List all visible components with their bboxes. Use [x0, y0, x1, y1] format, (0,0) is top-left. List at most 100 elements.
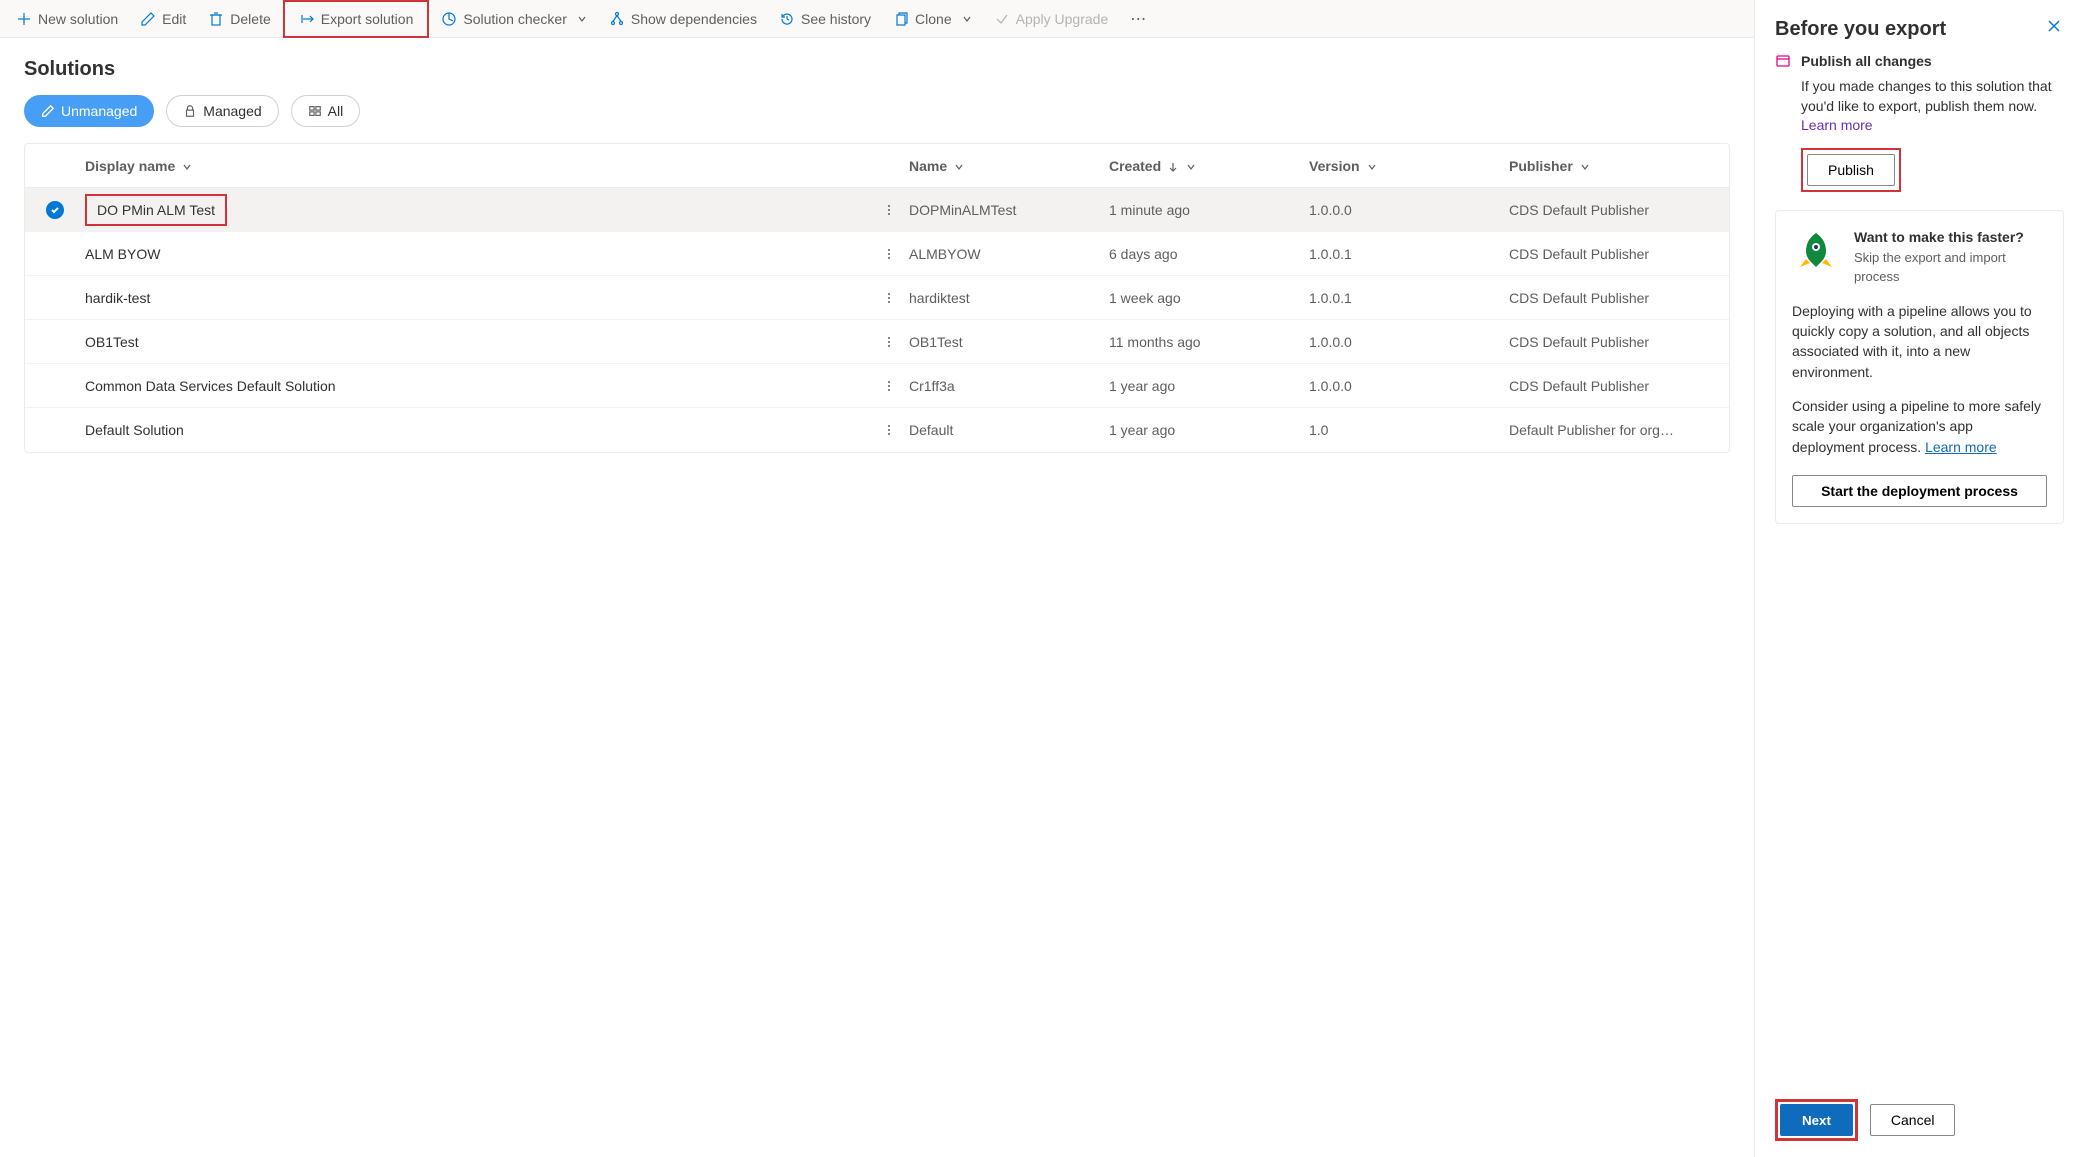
pipeline-card: Want to make this faster? Skip the expor… [1775, 210, 2064, 524]
command-bar: New solution Edit Delete Export solution… [0, 0, 1754, 38]
row-name: ALMBYOW [909, 246, 1109, 262]
row-display-name: hardik-test [85, 290, 869, 306]
row-version: 1.0.0.0 [1309, 202, 1509, 218]
export-label: Export solution [321, 11, 414, 27]
row-publisher: CDS Default Publisher [1509, 202, 1729, 218]
row-publisher: CDS Default Publisher [1509, 334, 1729, 350]
deps-label: Show dependencies [631, 11, 757, 27]
page-header: Solutions [0, 38, 1754, 95]
filter-all[interactable]: All [291, 95, 361, 127]
edit-button[interactable]: Edit [130, 4, 196, 34]
table-row[interactable]: OB1TestOB1Test11 months ago1.0.0.0CDS De… [25, 320, 1729, 364]
row-menu-button[interactable] [869, 247, 909, 261]
card-learn-more-link[interactable]: Learn more [1925, 439, 1997, 455]
row-menu-button[interactable] [869, 291, 909, 305]
row-name: Cr1ff3a [909, 378, 1109, 394]
col-display-name[interactable]: Display name [85, 158, 869, 174]
filter-unmanaged[interactable]: Unmanaged [24, 95, 154, 127]
highlight-export: Export solution [283, 0, 430, 38]
delete-label: Delete [230, 11, 270, 27]
row-menu-button[interactable] [869, 423, 909, 437]
publish-button[interactable]: Publish [1807, 154, 1895, 186]
filter-unmanaged-label: Unmanaged [61, 103, 137, 119]
new-solution-button[interactable]: New solution [6, 4, 128, 34]
pencil-icon [140, 11, 156, 27]
row-created: 11 months ago [1109, 334, 1309, 350]
highlight-selected-row: DO PMin ALM Test [85, 194, 227, 226]
checker-label: Solution checker [463, 11, 567, 27]
filter-managed[interactable]: Managed [166, 95, 278, 127]
row-created: 6 days ago [1109, 246, 1309, 262]
table-row[interactable]: Common Data Services Default Solution Cr1… [25, 364, 1729, 408]
edit-label: Edit [162, 11, 186, 27]
cancel-button[interactable]: Cancel [1870, 1104, 1956, 1136]
col-publisher[interactable]: Publisher [1509, 158, 1729, 174]
row-display-name: Common Data Services Default Solution [85, 378, 869, 394]
card-title: Want to make this faster? [1854, 227, 2047, 247]
col-display-label: Display name [85, 158, 175, 174]
row-menu-button[interactable] [869, 203, 909, 217]
chevron-down-icon [1185, 160, 1197, 172]
row-publisher: CDS Default Publisher [1509, 378, 1729, 394]
filter-managed-label: Managed [203, 103, 261, 119]
card-paragraph-1: Deploying with a pipeline allows you to … [1792, 301, 2047, 382]
check-icon [994, 11, 1010, 27]
row-checkbox[interactable] [46, 201, 64, 219]
show-dependencies-button[interactable]: Show dependencies [599, 4, 767, 34]
export-panel: Before you export Publish all changes If… [1754, 0, 2084, 1157]
all-icon [308, 104, 322, 118]
history-label: See history [801, 11, 871, 27]
solution-checker-button[interactable]: Solution checker [431, 4, 597, 34]
row-publisher: Default Publisher for org… [1509, 422, 1729, 438]
pencil-icon [41, 104, 55, 118]
row-version: 1.0.0.1 [1309, 246, 1509, 262]
close-panel-button[interactable] [2046, 18, 2064, 36]
col-version[interactable]: Version [1309, 158, 1509, 174]
trash-icon [208, 11, 224, 27]
filter-pills: Unmanaged Managed All [0, 95, 1754, 143]
export-solution-button[interactable]: Export solution [289, 4, 424, 34]
row-menu-button[interactable] [869, 335, 909, 349]
row-menu-button[interactable] [869, 379, 909, 393]
col-created[interactable]: Created [1109, 158, 1309, 174]
see-history-button[interactable]: See history [769, 4, 881, 34]
history-icon [779, 11, 795, 27]
table-row[interactable]: DO PMin ALM TestDOPMinALMTest1 minute ag… [25, 188, 1729, 232]
row-name: Default [909, 422, 1109, 438]
publish-body-text: If you made changes to this solution tha… [1801, 78, 2052, 114]
learn-more-link[interactable]: Learn more [1801, 117, 1873, 133]
row-created: 1 year ago [1109, 422, 1309, 438]
row-name: hardiktest [909, 290, 1109, 306]
delete-button[interactable]: Delete [198, 4, 280, 34]
filter-all-label: All [328, 103, 344, 119]
publish-icon [1775, 53, 1791, 69]
row-publisher: CDS Default Publisher [1509, 290, 1729, 306]
col-name[interactable]: Name [909, 158, 1109, 174]
card-subtitle: Skip the export and import process [1854, 249, 2047, 287]
chevron-down-icon [962, 14, 972, 24]
table-row[interactable]: Default SolutionDefault1 year ago1.0Defa… [25, 408, 1729, 452]
page-title: Solutions [24, 58, 1730, 81]
clone-icon [893, 11, 909, 27]
chevron-down-icon [953, 160, 965, 172]
publish-heading: Publish all changes [1801, 53, 1932, 69]
table-row[interactable]: hardik-testhardiktest1 week ago1.0.0.1CD… [25, 276, 1729, 320]
col-publisher-label: Publisher [1509, 158, 1573, 174]
start-deployment-button[interactable]: Start the deployment process [1792, 475, 2047, 507]
row-name: DOPMinALMTest [909, 202, 1109, 218]
plus-icon [16, 11, 32, 27]
lock-icon [183, 104, 197, 118]
dependencies-icon [609, 11, 625, 27]
export-icon [299, 11, 315, 27]
table-row[interactable]: ALM BYOWALMBYOW6 days ago1.0.0.1CDS Defa… [25, 232, 1729, 276]
row-display-name: ALM BYOW [85, 246, 869, 262]
publish-section: Publish all changes If you made changes … [1775, 53, 2064, 192]
row-name: OB1Test [909, 334, 1109, 350]
next-button[interactable]: Next [1780, 1104, 1853, 1136]
clone-button[interactable]: Clone [883, 4, 982, 34]
overflow-menu-button[interactable]: ⋯ [1120, 9, 1156, 29]
panel-footer: Next Cancel [1775, 1083, 2064, 1141]
row-display-name: OB1Test [85, 334, 869, 350]
publish-body: If you made changes to this solution tha… [1801, 77, 2064, 136]
chevron-down-icon [181, 160, 193, 172]
